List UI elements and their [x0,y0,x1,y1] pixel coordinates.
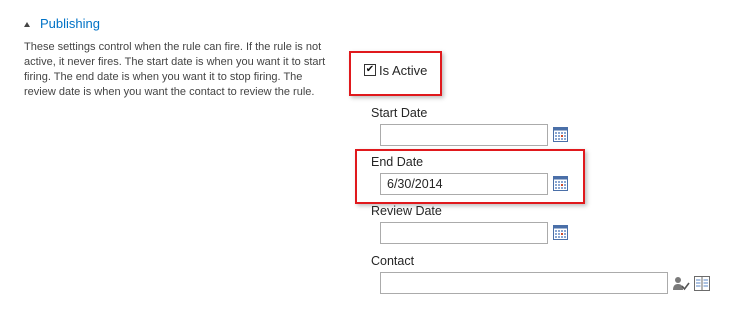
review-date-input[interactable] [380,222,548,244]
calendar-icon[interactable] [553,127,568,142]
calendar-icon[interactable] [553,225,568,240]
section-description: These settings control when the rule can… [24,41,326,98]
collapse-triangle-icon[interactable] [24,21,30,27]
check-names-icon[interactable] [673,276,690,292]
contact-input[interactable] [380,272,668,294]
start-date-label: Start Date [371,106,428,120]
is-active-label[interactable]: Is Active [379,63,427,78]
section-header[interactable]: Publishing [24,16,100,31]
end-date-input[interactable]: 6/30/2014 [380,173,548,195]
section-title[interactable]: Publishing [40,16,100,31]
contact-label: Contact [371,254,415,268]
review-date-label: Review Date [371,204,442,218]
address-book-icon[interactable] [694,276,710,291]
calendar-icon[interactable] [553,176,568,191]
is-active-checkbox[interactable]: ✔ [364,64,376,76]
start-date-input[interactable] [380,124,548,146]
end-date-label: End Date [371,155,424,169]
